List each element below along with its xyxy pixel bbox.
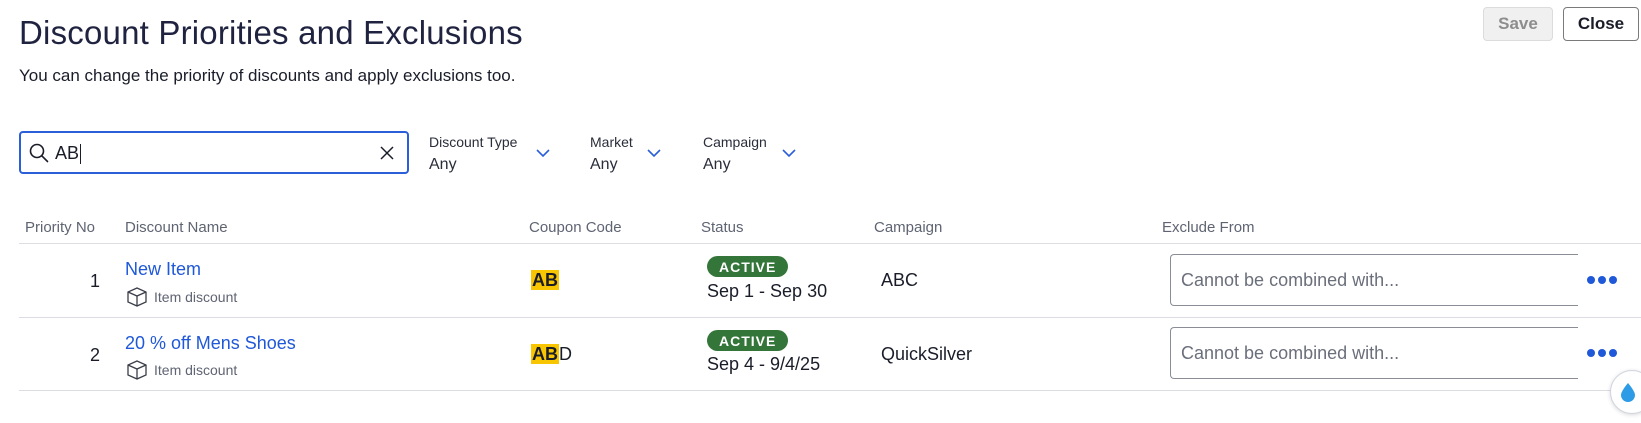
priority-number: 2	[89, 345, 100, 365]
more-options-icon[interactable]	[1586, 347, 1618, 359]
filter-value: Any	[429, 156, 457, 173]
status-badge: ACTIVE	[707, 330, 789, 351]
priority-number: 1	[89, 271, 100, 291]
column-header-coupon-code[interactable]: Coupon Code	[529, 219, 622, 236]
chevron-down-icon	[536, 149, 550, 158]
exclude-from-input[interactable]: Cannot be combined with...	[1170, 254, 1578, 306]
discount-type-label: Item discount	[154, 289, 238, 305]
date-range: Sep 4 - 9/4/25	[707, 354, 821, 374]
chevron-down-icon	[782, 149, 796, 158]
column-header-exclude-from[interactable]: Exclude From	[1162, 219, 1255, 236]
more-options-icon[interactable]	[1586, 274, 1618, 286]
search-value: AB	[55, 143, 82, 164]
close-icon[interactable]	[379, 145, 395, 161]
coupon-code: AB	[531, 270, 559, 291]
row-divider	[19, 317, 1641, 318]
help-widget-button[interactable]	[1610, 370, 1641, 414]
market-filter[interactable]: Market Any	[590, 134, 661, 174]
droplet-icon	[1621, 383, 1635, 402]
column-header-priority[interactable]: Priority No	[25, 219, 95, 236]
header-divider	[19, 243, 1641, 244]
discount-name-link[interactable]: 20 % off Mens Shoes	[125, 333, 296, 354]
campaign-filter[interactable]: Campaign Any	[703, 134, 796, 174]
filter-value: Any	[703, 156, 731, 173]
filter-label: Campaign	[703, 134, 767, 150]
status-badge: ACTIVE	[707, 256, 789, 277]
campaign-name: ABC	[881, 270, 919, 290]
search-input[interactable]: AB	[19, 131, 409, 174]
campaign-name: QuickSilver	[881, 344, 973, 364]
coupon-match-highlight: AB	[531, 270, 559, 290]
page-subtitle: You can change the priority of discounts…	[19, 66, 516, 85]
exclude-from-input[interactable]: Cannot be combined with...	[1170, 327, 1578, 379]
column-header-discount-name[interactable]: Discount Name	[125, 219, 228, 236]
filter-label: Discount Type	[429, 134, 518, 150]
column-header-status[interactable]: Status	[701, 219, 744, 236]
date-range: Sep 1 - Sep 30	[707, 281, 828, 301]
filter-value: Any	[590, 156, 618, 173]
discount-type-label: Item discount	[154, 362, 238, 378]
column-header-campaign[interactable]: Campaign	[874, 219, 942, 236]
discount-type: Item discount	[126, 287, 237, 307]
chevron-down-icon	[647, 149, 661, 158]
coupon-match-highlight: AB	[531, 344, 559, 364]
discount-name-link[interactable]: New Item	[125, 259, 201, 280]
filter-label: Market	[590, 134, 633, 150]
save-button[interactable]: Save	[1483, 7, 1553, 41]
discount-type-filter[interactable]: Discount Type Any	[429, 134, 550, 174]
discount-type: Item discount	[126, 360, 237, 380]
box-icon	[127, 287, 147, 307]
close-button[interactable]: Close	[1563, 7, 1639, 41]
coupon-code: ABD	[531, 344, 572, 365]
search-icon	[29, 143, 49, 163]
coupon-rest: D	[559, 344, 572, 364]
row-divider	[19, 390, 1641, 391]
page-title: Discount Priorities and Exclusions	[19, 14, 523, 51]
box-icon	[127, 360, 147, 380]
